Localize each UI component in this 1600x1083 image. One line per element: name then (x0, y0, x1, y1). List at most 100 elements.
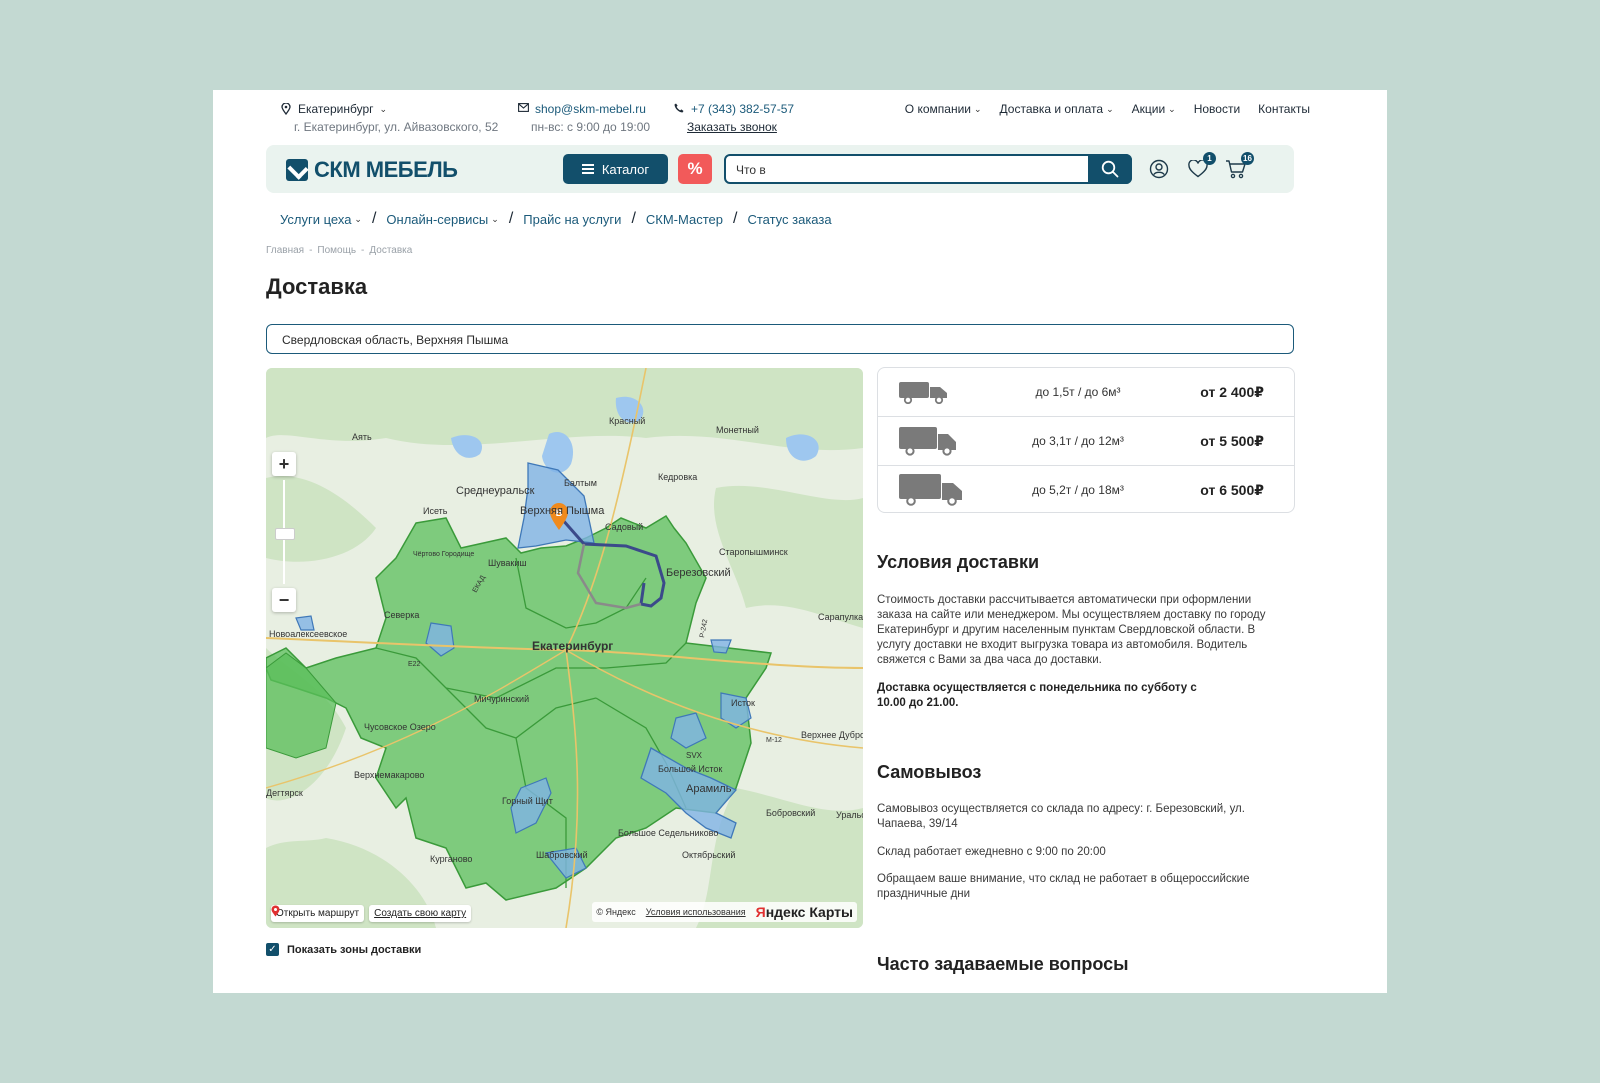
small-truck-icon (899, 382, 947, 404)
nav-separator: / (732, 210, 738, 227)
catalog-button[interactable]: Каталог (563, 154, 668, 184)
delivery-address-input[interactable] (280, 331, 1184, 349)
chevron-down-icon: ⌄ (973, 103, 982, 114)
tariff-price: от 2 400₽ (1200, 383, 1264, 400)
breadcrumb-separator: - (361, 245, 365, 256)
tariff-limit: до 3,1т / до 12м³ (1032, 434, 1124, 448)
location-block[interactable]: Екатеринбург ⌄ г. Екатеринбург, ул. Айва… (280, 102, 498, 134)
map-label: Красный (609, 416, 645, 426)
conditions-text: Стоимость доставки рассчитывается автома… (877, 594, 1266, 666)
chevron-down-icon: ⌄ (354, 213, 362, 224)
map-label: Старопышминск (719, 547, 788, 557)
top-nav-delivery[interactable]: Доставка и оплата ⌄ (1000, 102, 1114, 116)
map-label: Октябрьский (682, 850, 735, 860)
map-label: Горный Щит (502, 796, 553, 806)
map-canvas[interactable]: B Красный Аять Монетный Балтым Кедровка … (266, 368, 863, 928)
tariff-row: до 1,5т / до 6м³ от 2 400₽ (878, 368, 1294, 417)
wishlist-count-badge: 1 (1203, 152, 1216, 165)
top-nav-contacts[interactable]: Контакты (1258, 102, 1310, 116)
zoom-in-button[interactable]: + (272, 452, 296, 476)
sale-button[interactable]: % (678, 154, 712, 184)
service-nav-order-status[interactable]: Статус заказа (747, 212, 831, 227)
email-link[interactable]: shop@skm-mebel.ru (535, 102, 646, 116)
account-button[interactable] (1147, 157, 1171, 181)
map-label: Екатеринбург (532, 639, 613, 653)
pickup-title: Самовывоз (877, 762, 982, 782)
service-nav-price[interactable]: Прайс на услуги (523, 212, 621, 227)
store-address: г. Екатеринбург, ул. Айвазовского, 52 (294, 120, 499, 134)
faq-title: Часто задаваемые вопросы (877, 954, 1129, 974)
top-nav-news[interactable]: Новости (1194, 102, 1240, 116)
map-label: Сарапулка (818, 612, 863, 622)
user-icon (1149, 159, 1169, 179)
tariff-limit: до 1,5т / до 6м³ (1035, 385, 1121, 399)
tariff-row: до 5,2т / до 18м³ от 6 500₽ (878, 466, 1294, 512)
phone-icon (673, 103, 685, 115)
chevron-down-icon: ⌄ (379, 103, 388, 114)
show-zones-toggle[interactable]: ✓ Показать зоны доставки (266, 943, 421, 956)
service-nav: Услуги цеха ⌄ / Онлайн-сервисы ⌄ / Прайс н… (280, 210, 832, 228)
map-label: Новоалексеевское (269, 629, 347, 639)
map-label: Аять (352, 432, 372, 442)
delivery-schedule: Доставка осуществляется с понедельника п… (877, 682, 1197, 709)
map-label: Чёртово Городище (413, 551, 474, 558)
pickup-note: Обращаем ваше внимание, что склад не раб… (877, 873, 1250, 900)
map-terms-link[interactable]: Условия использования (646, 907, 746, 917)
search-input[interactable] (734, 159, 1088, 181)
delivery-map[interactable]: B Красный Аять Монетный Балтым Кедровка … (266, 368, 863, 928)
logo[interactable]: СКМ МЕБЕЛЬ (286, 157, 458, 183)
map-actions: Открыть маршрут Создать свою карту (271, 905, 472, 922)
working-hours: пн-вс: с 9:00 до 19:00 (531, 120, 651, 134)
tariff-price: от 5 500₽ (1200, 432, 1264, 449)
menu-icon (581, 164, 594, 174)
zoom-slider-handle[interactable] (275, 528, 295, 540)
cart-count-badge: 16 (1241, 152, 1254, 165)
map-label: Большое Седельниково (618, 828, 718, 838)
map-label: Садовый (605, 522, 643, 532)
search-button[interactable] (1088, 154, 1132, 184)
phone-block: +7 (343) 382-57-57 Заказать звонок (673, 102, 794, 134)
phone-link[interactable]: +7 (343) 382-57-57 (691, 102, 794, 116)
mail-icon (517, 103, 529, 115)
map-label: Арамиль (686, 783, 732, 795)
breadcrumb-separator: - (309, 245, 313, 256)
top-nav-promos[interactable]: Акции ⌄ (1132, 102, 1176, 116)
map-label: Монетный (716, 425, 759, 435)
zoom-slider[interactable] (275, 480, 295, 584)
breadcrumb: Главная - Помощь - Доставка (266, 245, 412, 256)
cart-button[interactable]: 16 (1224, 152, 1254, 181)
nav-separator: / (508, 210, 514, 227)
map-copyright: © Яндекс (596, 907, 636, 917)
open-route-label: Открыть маршрут (276, 908, 360, 919)
top-nav-about[interactable]: О компании ⌄ (905, 102, 982, 116)
map-label: Среднеуральск (456, 485, 535, 497)
create-map-link[interactable]: Создать свою карту (369, 905, 472, 922)
zoom-control: + − (272, 452, 296, 612)
checkbox-checked-icon[interactable]: ✓ (266, 943, 279, 956)
map-label: Шувакиш (488, 558, 527, 568)
map-attribution: © Яндекс Условия использования Яндекс Ка… (592, 902, 857, 922)
page: Екатеринбург ⌄ г. Екатеринбург, ул. Айва… (213, 90, 1387, 993)
service-nav-workshop[interactable]: Услуги цеха ⌄ (280, 212, 362, 227)
service-nav-master[interactable]: СКМ-Мастер (646, 212, 723, 227)
wishlist-button[interactable]: 1 (1186, 152, 1216, 181)
callback-link[interactable]: Заказать звонок (673, 120, 794, 134)
medium-truck-icon (899, 427, 956, 456)
map-label: Березовский (666, 567, 731, 579)
map-label: SVX (686, 751, 703, 760)
breadcrumb-help[interactable]: Помощь (317, 245, 356, 256)
tariff-limit: до 5,2т / до 18м³ (1032, 483, 1124, 497)
map-label: Шабровский (536, 850, 588, 860)
service-nav-online[interactable]: Онлайн-сервисы ⌄ (386, 212, 498, 227)
page-title: Доставка (266, 274, 368, 299)
map-label: Верхнее Дуброво (801, 730, 863, 740)
map-label: Исеть (423, 506, 448, 516)
zoom-out-button[interactable]: − (272, 588, 296, 612)
pickup-hours: Склад работает ежедневно с 9:00 по 20:00 (877, 846, 1106, 858)
map-label: Балтым (564, 478, 597, 488)
tariff-table: до 1,5т / до 6м³ от 2 400₽ до 3,1т / до … (877, 367, 1295, 513)
yandex-maps-logo[interactable]: Яндекс Карты (756, 904, 853, 920)
map-label: Верхняя Пышма (520, 505, 605, 517)
open-route-button[interactable]: Открыть маршрут (271, 905, 365, 922)
breadcrumb-home[interactable]: Главная (266, 245, 304, 256)
